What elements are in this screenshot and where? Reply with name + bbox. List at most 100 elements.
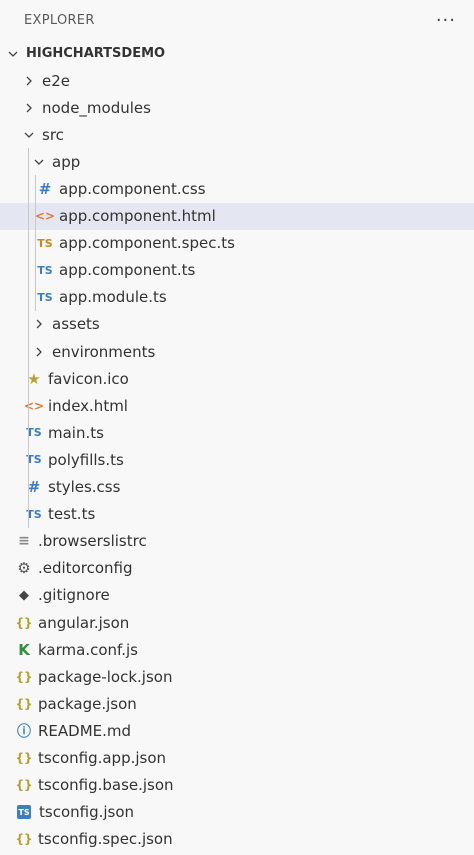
- file-app.component.spec.ts[interactable]: TS app.component.spec.ts: [0, 229, 474, 257]
- indent-guide: [28, 392, 29, 420]
- file-polyfills.ts[interactable]: TS polyfills.ts: [0, 446, 474, 474]
- css-hash-icon: #: [38, 180, 52, 199]
- file-karma.conf.js[interactable]: Kkarma.conf.js: [0, 636, 474, 663]
- file-tsconfig.base.json[interactable]: {} tsconfig.base.json: [0, 772, 474, 799]
- json-braces-icon: {}: [15, 615, 33, 630]
- indent-guide: [28, 473, 29, 501]
- file-app.component.ts[interactable]: TS app.component.ts: [0, 256, 474, 284]
- indent-guide: [35, 202, 36, 230]
- indent-guide: [28, 202, 29, 230]
- indent-guide: [28, 256, 29, 284]
- tree-item-label: app.module.ts: [59, 288, 167, 307]
- file-app.component.css[interactable]: # app.component.css: [0, 175, 474, 203]
- folder-app[interactable]: app: [0, 148, 474, 176]
- typescript-icon: TS: [37, 263, 53, 277]
- tree-item-label: src: [42, 125, 64, 144]
- explorer-header: EXPLORER ···: [0, 0, 474, 40]
- tree-item-label: styles.css: [48, 478, 121, 497]
- workspace-root-label: HIGHCHARTSDEMO: [26, 46, 166, 62]
- git-icon: ◆: [19, 587, 29, 603]
- indent-guide: [28, 338, 29, 366]
- tree-item-label: .browserslistrc: [38, 532, 147, 551]
- karma-icon: K: [18, 640, 30, 659]
- text-lines-icon: ≡: [18, 533, 30, 550]
- indent-guide: [35, 283, 36, 311]
- gear-icon: ⚙: [17, 559, 31, 578]
- tree-item-label: tsconfig.spec.json: [38, 830, 173, 849]
- file-tree: e2e node_modules src app # app.component.css <…: [0, 67, 474, 853]
- folder-src[interactable]: src: [0, 121, 474, 148]
- json-braces-icon: {}: [15, 669, 33, 684]
- file-package.json[interactable]: {} package.json: [0, 690, 474, 717]
- indent-guide: [28, 283, 29, 311]
- tree-item-label: favicon.ico: [48, 369, 129, 388]
- tree-item-label: app.component.html: [59, 207, 216, 226]
- info-icon: ⓘ: [17, 723, 31, 740]
- tree-item-label: tsconfig.json: [39, 803, 135, 822]
- json-braces-icon: {}: [15, 832, 33, 847]
- file-styles.css[interactable]: # styles.css: [0, 473, 474, 501]
- tree-item-label: app: [52, 152, 81, 171]
- file-main.ts[interactable]: TS main.ts: [0, 419, 474, 447]
- tree-item-label: package-lock.json: [38, 667, 173, 686]
- typescript-config-icon: TS: [17, 805, 31, 820]
- tree-item-label: environments: [52, 342, 156, 361]
- file-.gitignore[interactable]: ◆ .gitignore: [0, 582, 474, 609]
- indent-guide: [28, 175, 29, 203]
- file-README.md[interactable]: ⓘ README.md: [0, 717, 474, 744]
- indent-guide: [35, 229, 36, 257]
- chevron-right-icon: [22, 75, 36, 87]
- tree-item-label: app.component.spec.ts: [59, 234, 235, 253]
- typescript-icon: TS: [37, 290, 53, 304]
- file-angular.json[interactable]: {} angular.json: [0, 609, 474, 636]
- tree-item-label: node_modules: [42, 98, 151, 117]
- json-braces-icon: {}: [15, 750, 33, 765]
- file-tsconfig.app.json[interactable]: {} tsconfig.app.json: [0, 744, 474, 771]
- json-braces-icon: {}: [15, 696, 33, 711]
- tree-item-label: assets: [52, 315, 100, 334]
- chevron-down-icon: [6, 48, 20, 60]
- indent-guide: [28, 365, 29, 393]
- folder-e2e[interactable]: e2e: [0, 67, 474, 94]
- workspace-root-folder[interactable]: HIGHCHARTSDEMO: [0, 40, 474, 67]
- tree-item-label: polyfills.ts: [48, 450, 124, 469]
- explorer-panel: EXPLORER ··· HIGHCHARTSDEMO e2e node_modu…: [0, 0, 474, 853]
- tree-item-label: README.md: [38, 721, 132, 740]
- file-favicon.ico[interactable]: ★ favicon.ico: [0, 365, 474, 393]
- tree-item-label: angular.json: [38, 613, 130, 632]
- file-app.module.ts[interactable]: TS app.module.ts: [0, 283, 474, 311]
- file-app.component.html[interactable]: <> app.component.html: [0, 202, 474, 230]
- file-tsconfig.json[interactable]: TS tsconfig.json: [0, 799, 474, 826]
- html-brackets-icon: <>: [34, 209, 56, 224]
- tree-item-label: test.ts: [48, 505, 96, 524]
- indent-guide: [35, 175, 36, 203]
- tree-item-label: tsconfig.base.json: [38, 776, 174, 795]
- tree-item-label: app.component.css: [59, 180, 206, 199]
- file-.browserslistrc[interactable]: ≡ .browserslistrc: [0, 528, 474, 555]
- tree-item-label: .editorconfig: [38, 559, 133, 578]
- file-.editorconfig[interactable]: ⚙ .editorconfig: [0, 555, 474, 582]
- chevron-right-icon: [32, 346, 46, 358]
- tree-item-label: tsconfig.app.json: [38, 748, 167, 767]
- more-actions-icon[interactable]: ···: [436, 10, 456, 31]
- folder-assets[interactable]: assets: [0, 310, 474, 339]
- chevron-right-icon: [22, 102, 36, 114]
- tree-item-label: index.html: [48, 396, 128, 415]
- file-package-lock.json[interactable]: {} package-lock.json: [0, 663, 474, 690]
- indent-guide: [28, 148, 29, 176]
- folder-node_modules[interactable]: node_modules: [0, 94, 474, 121]
- tree-item-label: .gitignore: [38, 586, 110, 605]
- tree-item-label: package.json: [38, 694, 137, 713]
- indent-guide: [28, 419, 29, 447]
- tree-item-label: app.component.ts: [59, 261, 196, 280]
- typescript-spec-icon: TS: [37, 236, 53, 250]
- file-test.ts[interactable]: TS test.ts: [0, 500, 474, 528]
- chevron-right-icon: [32, 318, 46, 330]
- tree-item-label: main.ts: [48, 423, 104, 442]
- chevron-down-icon: [22, 129, 36, 141]
- file-index.html[interactable]: <> index.html: [0, 392, 474, 420]
- tree-item-label: karma.conf.js: [38, 640, 138, 659]
- chevron-down-icon: [32, 156, 46, 168]
- folder-environments[interactable]: environments: [0, 338, 474, 366]
- file-tsconfig.spec.json[interactable]: {} tsconfig.spec.json: [0, 826, 474, 853]
